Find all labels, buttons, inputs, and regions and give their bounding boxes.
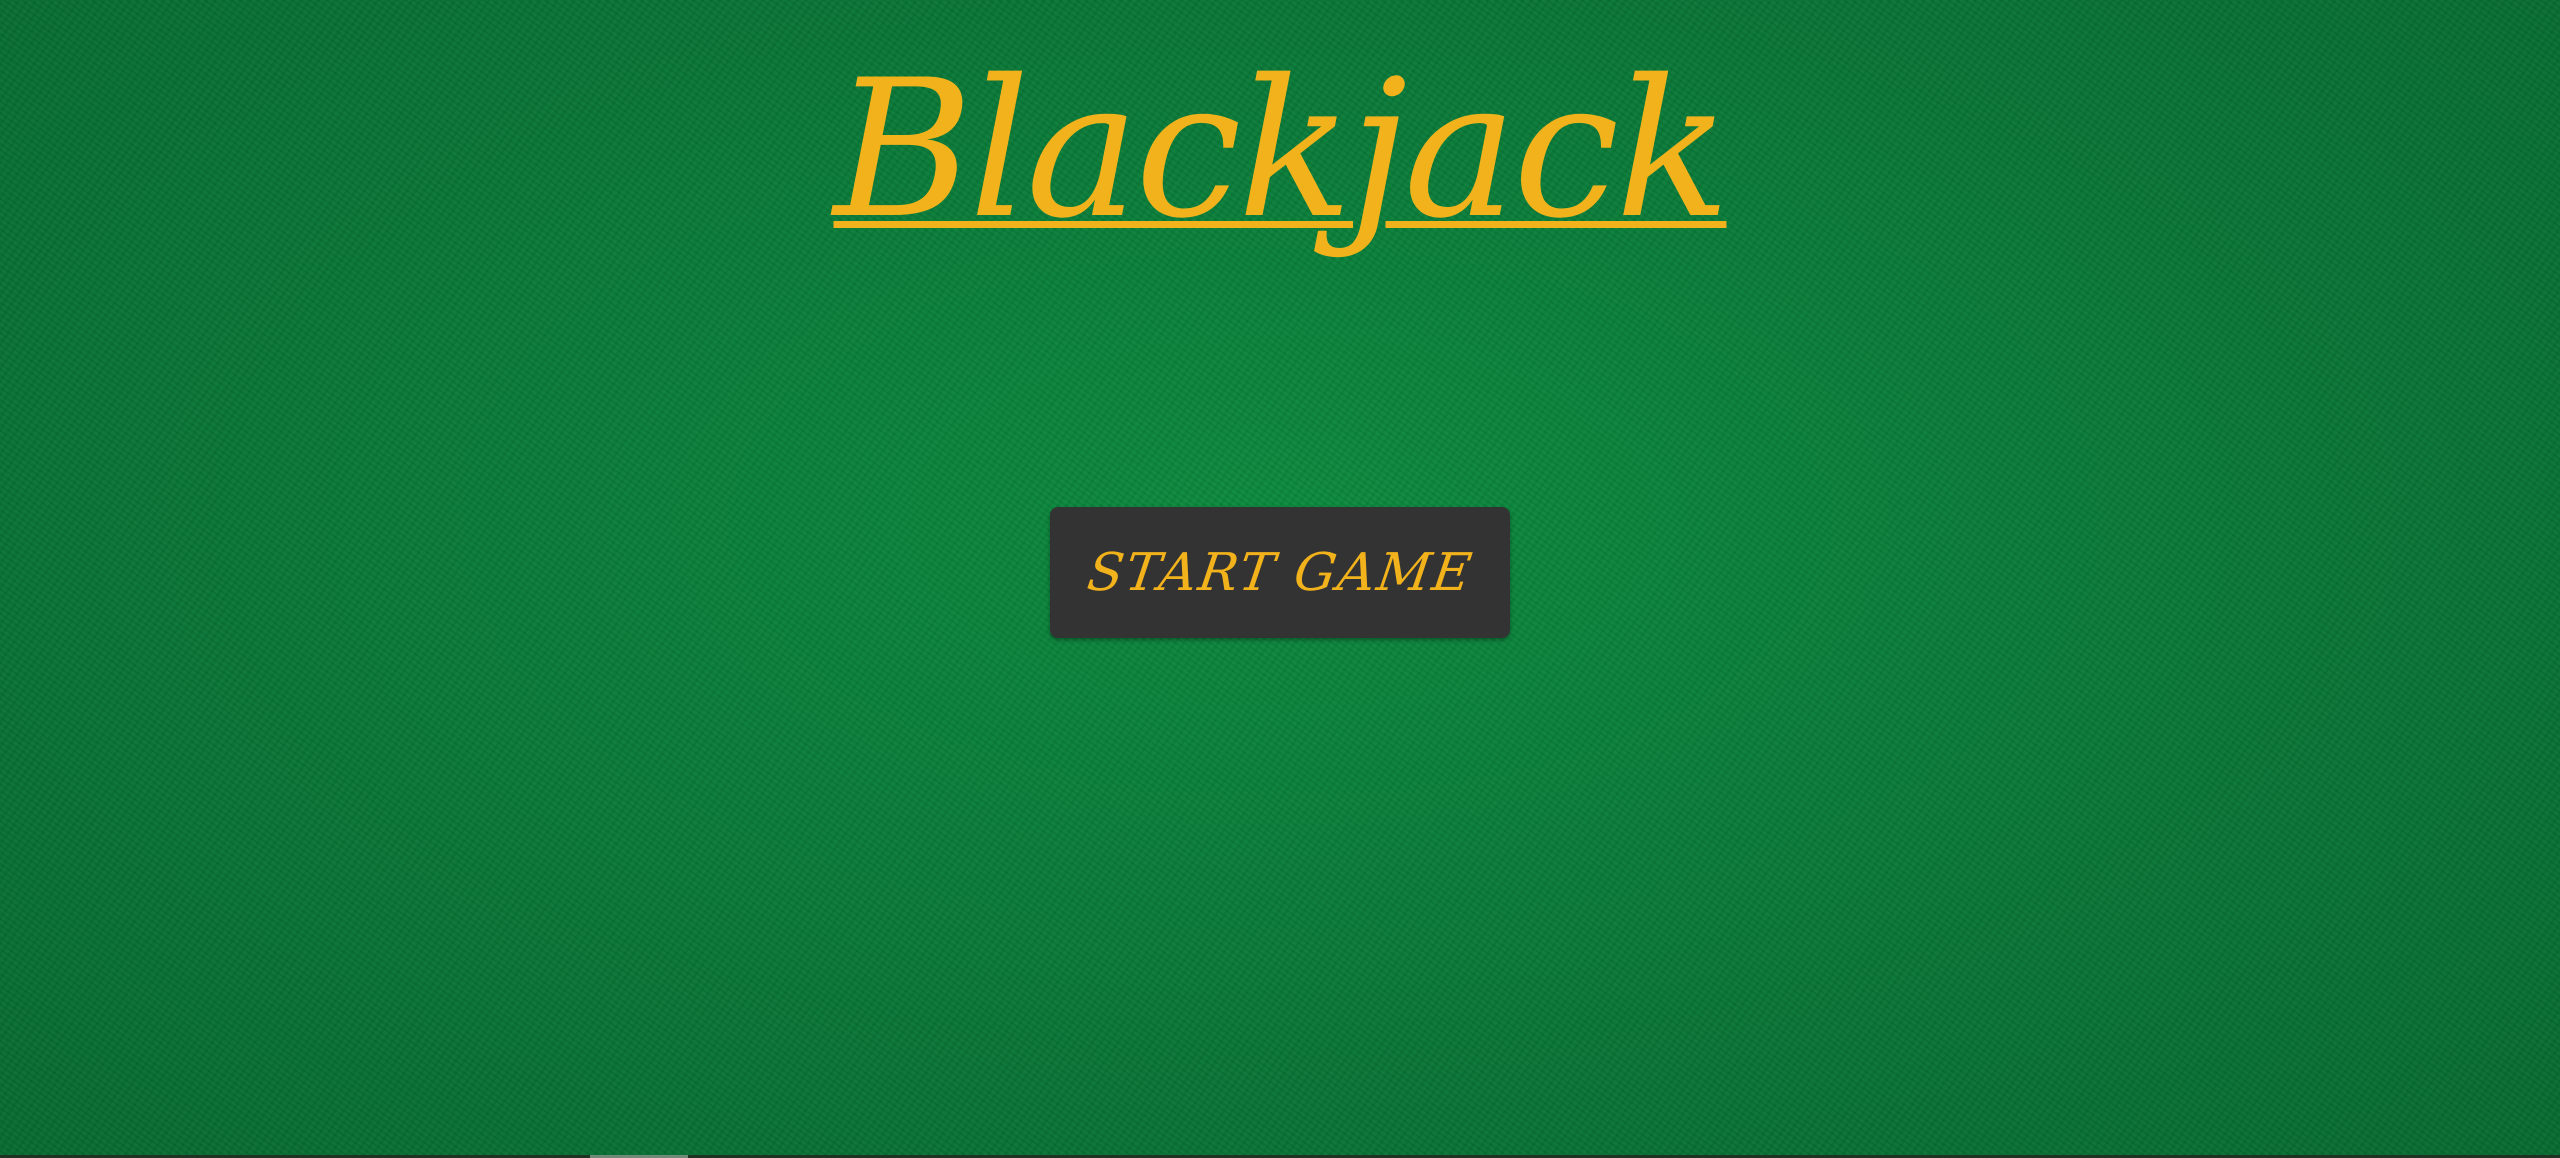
start-game-label: START GAME — [1083, 542, 1477, 603]
start-game-button[interactable]: START GAME — [1050, 507, 1510, 638]
blackjack-start-screen: Blackjack START GAME — [0, 0, 2560, 1158]
game-title: Blackjack — [833, 39, 1731, 260]
